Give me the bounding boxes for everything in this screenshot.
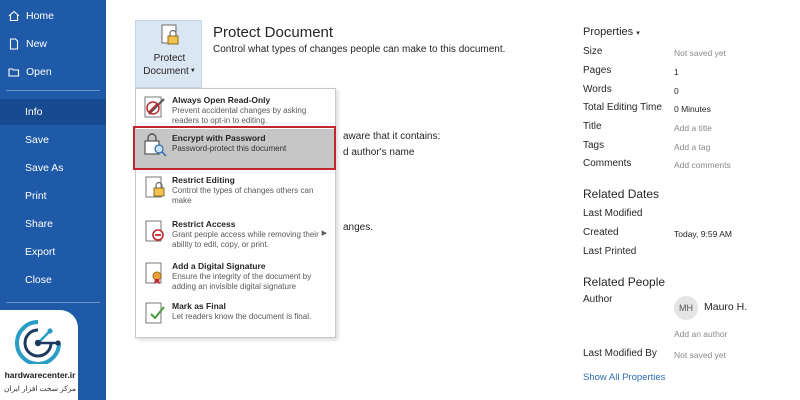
- inspect-text-fragment: aware that it contains:: [343, 131, 441, 142]
- menu-item-title: Encrypt with Password: [172, 133, 266, 143]
- restrict-editing-icon: [145, 176, 165, 198]
- protect-document-button[interactable]: Protect Document▼: [135, 20, 202, 88]
- protect-document-description: Control what types of changes people can…: [213, 44, 506, 55]
- nav-share[interactable]: Share: [0, 211, 106, 237]
- nav-open[interactable]: Open: [0, 59, 106, 85]
- show-all-properties-link[interactable]: Show All Properties: [583, 372, 665, 383]
- add-author-link[interactable]: Add an author: [674, 329, 727, 339]
- nav-new[interactable]: New: [0, 31, 106, 57]
- avatar: MH: [674, 296, 698, 320]
- created-value: Today, 9:59 AM: [674, 229, 732, 239]
- protect-button-label-line2: Document: [143, 66, 189, 78]
- sidebar-divider: [6, 302, 100, 303]
- related-people-heading: Related People: [583, 275, 666, 289]
- menu-item-encrypt-with-password[interactable]: Encrypt with Password Password-protect t…: [136, 129, 335, 169]
- hardwarecenter-logo: hardwarecenter.ir مرکز سخت افزار ایران: [0, 310, 78, 400]
- protect-button-label-line1: Protect: [153, 53, 186, 64]
- prop-editing-time-label: Total Editing Time: [583, 102, 662, 113]
- nav-export[interactable]: Export: [0, 239, 106, 265]
- menu-item-title: Add a Digital Signature: [172, 261, 266, 271]
- menu-item-restrict-access[interactable]: Restrict Access Grant people access whil…: [136, 215, 335, 257]
- inspect-text-fragment: d author's name: [343, 147, 415, 158]
- menu-item-description: Control the types of changes others can …: [172, 186, 314, 205]
- lock-document-icon: [161, 24, 179, 45]
- home-icon: [8, 10, 20, 22]
- prop-words-label: Words: [583, 84, 612, 95]
- prop-tags-input[interactable]: Add a tag: [674, 142, 710, 152]
- menu-item-mark-as-final[interactable]: Mark as Final Let readers know the docum…: [136, 297, 335, 337]
- prop-size-label: Size: [583, 46, 603, 57]
- dropdown-caret-icon: ▾: [636, 30, 640, 37]
- restrict-access-icon: [145, 220, 164, 242]
- menu-item-description: Prevent accidental changes by asking rea…: [172, 106, 307, 125]
- circuit-logo-icon: [15, 320, 61, 364]
- prop-words-value: 0: [674, 86, 679, 96]
- digital-signature-icon: [145, 262, 162, 284]
- versions-text-fragment: anges.: [343, 222, 374, 233]
- prop-title-input[interactable]: Add a title: [674, 123, 712, 133]
- menu-item-always-open-read-only[interactable]: Always Open Read-Only Prevent accidental…: [136, 91, 335, 129]
- last-modified-by-value: Not saved yet: [674, 350, 726, 360]
- author-label: Author: [583, 294, 613, 305]
- menu-item-title: Always Open Read-Only: [172, 95, 271, 105]
- mark-final-icon: [145, 302, 165, 324]
- properties-heading[interactable]: Properties ▾: [583, 26, 640, 38]
- protect-document-menu: Always Open Read-Only Prevent accidental…: [135, 88, 336, 338]
- menu-item-restrict-editing[interactable]: Restrict Editing Control the types of ch…: [136, 171, 335, 213]
- prop-pages-label: Pages: [583, 65, 612, 76]
- last-modified-by-label: Last Modified By: [583, 348, 657, 359]
- logo-subtitle: مرکز سخت افزار ایران: [3, 384, 77, 393]
- folder-open-icon: [8, 66, 20, 78]
- prop-tags-label: Tags: [583, 140, 605, 151]
- submenu-arrow-icon: ▶: [321, 230, 327, 237]
- last-printed-label: Last Printed: [583, 246, 637, 257]
- lock-key-icon: [144, 133, 167, 157]
- last-modified-label: Last Modified: [583, 208, 643, 219]
- created-label: Created: [583, 227, 619, 238]
- nav-info[interactable]: Info: [0, 99, 106, 125]
- sidebar-divider: [6, 90, 100, 91]
- menu-item-description: Ensure the integrity of the document by …: [172, 272, 312, 291]
- nav-home[interactable]: Home: [0, 3, 106, 29]
- menu-item-title: Mark as Final: [172, 301, 226, 311]
- menu-item-description: Password-protect this document: [172, 144, 287, 153]
- nav-close[interactable]: Close: [0, 267, 106, 293]
- prop-title-label: Title: [583, 121, 602, 132]
- menu-item-description: Let readers know the document is final.: [172, 312, 312, 321]
- prop-comments-input[interactable]: Add comments: [674, 160, 731, 170]
- protect-document-title: Protect Document: [213, 24, 334, 41]
- menu-item-add-digital-signature[interactable]: Add a Digital Signature Ensure the integ…: [136, 257, 335, 299]
- menu-item-title: Restrict Editing: [172, 175, 235, 185]
- prop-size-value: Not saved yet: [674, 48, 726, 58]
- read-only-pen-icon: [144, 96, 165, 118]
- new-document-icon: [8, 38, 20, 50]
- nav-save[interactable]: Save: [0, 127, 106, 153]
- nav-save-as[interactable]: Save As: [0, 155, 106, 181]
- menu-item-description: Grant people access while removing their…: [172, 230, 319, 249]
- author-name[interactable]: Mauro H.: [704, 301, 747, 313]
- nav-print[interactable]: Print: [0, 183, 106, 209]
- related-dates-heading: Related Dates: [583, 187, 660, 201]
- logo-name: hardwarecenter.ir: [4, 370, 76, 380]
- prop-pages-value: 1: [674, 67, 679, 77]
- dropdown-caret-icon: ▼: [189, 68, 196, 74]
- prop-comments-label: Comments: [583, 158, 632, 169]
- menu-item-title: Restrict Access: [172, 219, 236, 229]
- prop-editing-time-value: 0 Minutes: [674, 104, 711, 114]
